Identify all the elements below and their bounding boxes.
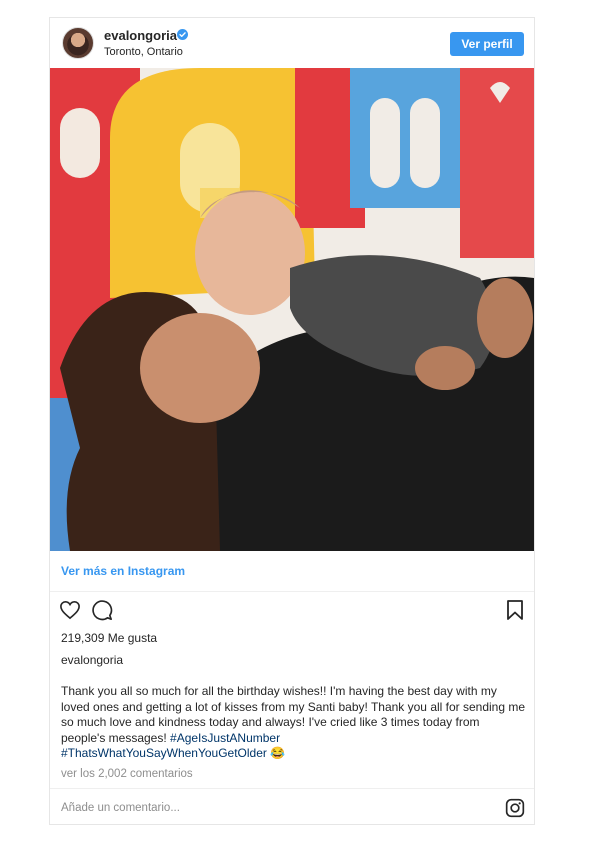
post-photo[interactable]: [50, 68, 534, 551]
instagram-embed-card: evalongoria Toronto, Ontario Ver perfil: [49, 17, 535, 825]
photo-illustration: [50, 68, 534, 551]
action-bar: [50, 596, 534, 626]
post-header: evalongoria Toronto, Ontario Ver perfil: [50, 18, 534, 68]
view-profile-button[interactable]: Ver perfil: [450, 32, 524, 56]
heart-icon[interactable]: [59, 600, 81, 620]
username[interactable]: evalongoria: [104, 28, 177, 43]
view-more-label[interactable]: Ver más en Instagram: [61, 564, 185, 578]
instagram-logo-icon[interactable]: [505, 798, 525, 818]
hashtag-link[interactable]: #AgeIsJustANumber: [170, 731, 280, 745]
verified-badge-icon: [177, 29, 188, 40]
location[interactable]: Toronto, Ontario: [104, 46, 183, 58]
likes-count[interactable]: 219,309 Me gusta: [61, 631, 157, 645]
caption-text: Thank you all so much for all the birthd…: [61, 684, 527, 762]
view-more-link[interactable]: Ver más en Instagram: [50, 551, 534, 592]
comment-icon[interactable]: [91, 599, 113, 621]
emoji: 😂: [270, 746, 286, 760]
hashtag-link[interactable]: #ThatsWhatYouSayWhenYouGetOlder: [61, 746, 267, 760]
avatar[interactable]: [62, 27, 94, 59]
comment-input[interactable]: Añade un comentario...: [61, 802, 180, 814]
comment-bar: Añade un comentario...: [50, 788, 534, 826]
caption-body: Thank you all so much for all the birthd…: [61, 684, 526, 745]
caption-username[interactable]: evalongoria: [61, 653, 123, 667]
bookmark-icon[interactable]: [505, 599, 525, 621]
view-comments-link[interactable]: ver los 2,002 comentarios: [61, 768, 193, 780]
